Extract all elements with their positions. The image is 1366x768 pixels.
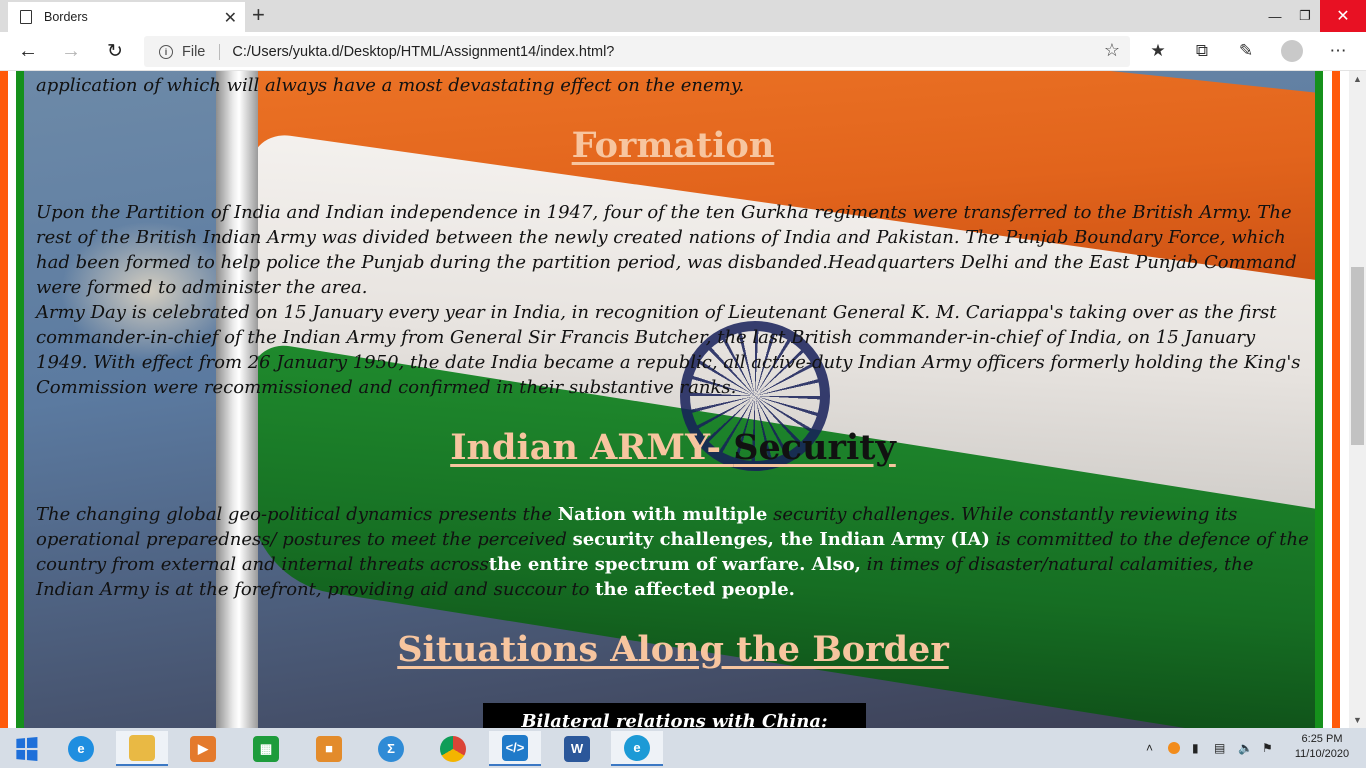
file-explorer-icon[interactable] (116, 731, 168, 766)
file-label: File (182, 43, 206, 60)
tricolor-border-left (0, 71, 34, 728)
intro-paragraph-tail: application of which will always have a … (36, 75, 745, 96)
security-highlight-2: security challenges, the Indian Army (IA… (572, 529, 990, 550)
clock[interactable]: 6:25 PM 11/10/2020 (1282, 732, 1362, 762)
ie-icon[interactable]: e (55, 731, 107, 766)
security-heading-part2: Security (733, 427, 896, 468)
tab-close-icon[interactable]: ✕ (224, 8, 237, 28)
reload-icon[interactable]: ↻ (100, 38, 130, 64)
math-input-icon[interactable]: Σ (365, 731, 417, 766)
address-toolbar: ← → ↻ i File C:/Users/yukta.d/Desktop/HT… (0, 32, 1366, 71)
collections-icon[interactable]: ⧉ (1188, 38, 1216, 64)
minimize-button[interactable]: — (1260, 0, 1290, 32)
battery-icon[interactable]: ▮ (1192, 728, 1199, 768)
page-icon (20, 10, 32, 24)
more-icon[interactable]: ⋯ (1324, 38, 1352, 64)
new-tab-button[interactable]: + (252, 3, 265, 27)
back-icon[interactable]: ← (13, 38, 43, 64)
scroll-down-icon[interactable]: ▼ (1349, 712, 1366, 728)
flag-icon[interactable]: ⚑ (1262, 728, 1273, 768)
border-situations-heading: Situations Along the Border (397, 629, 949, 670)
show-hidden-icons[interactable]: ˄ (1146, 728, 1153, 768)
network-icon[interactable]: ▤ (1214, 728, 1225, 768)
page-viewport: application of which will always have a … (0, 71, 1349, 728)
store-icon[interactable]: ▦ (240, 731, 292, 766)
vscode-icon[interactable]: </> (489, 731, 541, 766)
info-icon[interactable]: i (159, 44, 173, 59)
security-highlight-3: the entire spectrum of warfare. Also, (488, 554, 861, 575)
chrome-icon[interactable] (427, 731, 479, 766)
divider (219, 43, 221, 60)
china-relations-box: Bilateral relations with China: (483, 703, 866, 728)
forward-icon[interactable]: → (56, 38, 86, 64)
security-text-1: The changing global geo-political dynami… (36, 504, 558, 525)
tricolor-border-right (1313, 71, 1349, 728)
formation-heading: Formation (571, 125, 775, 166)
favorites-icon[interactable]: ★ (1144, 38, 1172, 64)
clock-date: 11/10/2020 (1294, 748, 1350, 760)
edge-icon[interactable]: e (611, 731, 663, 766)
favorite-star-icon[interactable]: ☆ (1104, 40, 1120, 61)
word-icon[interactable]: W (551, 731, 603, 766)
address-bar[interactable]: i File C:/Users/yukta.d/Desktop/HTML/Ass… (144, 36, 1130, 67)
clock-time: 6:25 PM (1301, 733, 1343, 745)
security-heading-part1: Indian ARMY- (450, 427, 734, 468)
feedback-icon[interactable]: ✎ (1232, 38, 1260, 64)
profile-icon[interactable] (1278, 38, 1306, 64)
url-text[interactable]: C:/Users/yukta.d/Desktop/HTML/Assignment… (232, 44, 614, 60)
security-highlight-4: the affected people. (595, 579, 795, 600)
scroll-thumb[interactable] (1351, 267, 1364, 445)
security-highlight-1: Nation with multiple (557, 504, 768, 525)
security-paragraph: The changing global geo-political dynami… (36, 502, 1310, 602)
formation-paragraph-2: Army Day is celebrated on 15 January eve… (36, 302, 1301, 398)
volume-icon[interactable]: 🔈 (1238, 728, 1253, 768)
tab-title: Borders (44, 10, 88, 24)
windows-start-icon[interactable] (0, 731, 52, 766)
tab-borders[interactable]: Borders ✕ (8, 2, 245, 32)
windows-taskbar: e ▶ ▦ ■ Σ </> W e ˄ ▮ ▤ 🔈 ⚑ 6:25 PM 11/1… (0, 728, 1366, 768)
antivirus-icon[interactable] (1168, 728, 1180, 768)
scroll-up-icon[interactable]: ▲ (1349, 71, 1366, 87)
window-close-button[interactable]: ✕ (1320, 0, 1366, 32)
security-heading: Indian ARMY- Security (36, 427, 1310, 468)
vertical-scrollbar[interactable]: ▲ ▼ (1349, 71, 1366, 728)
formation-paragraph-1: Upon the Partition of India and Indian i… (36, 202, 1297, 298)
browser-tab-strip: Borders ✕ + — ❐ ✕ (0, 0, 1366, 32)
media-player-icon[interactable]: ▶ (177, 731, 229, 766)
maximize-button[interactable]: ❐ (1290, 0, 1320, 32)
paint-icon[interactable]: ■ (303, 731, 355, 766)
